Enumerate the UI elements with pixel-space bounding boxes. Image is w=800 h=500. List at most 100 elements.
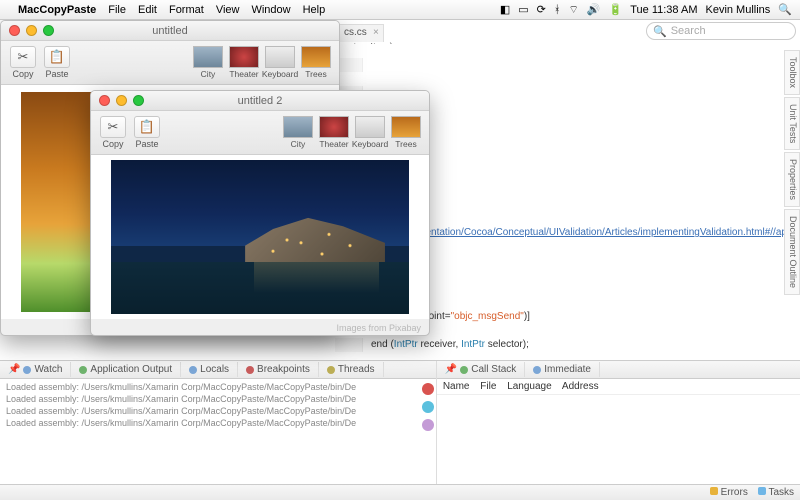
col-file[interactable]: File — [480, 381, 496, 392]
display-icon[interactable]: ▭ — [518, 3, 528, 16]
titlebar[interactable]: untitled — [1, 21, 339, 41]
bottom-panels: 📌Watch Application Output Locals Breakpo… — [0, 360, 800, 484]
scissors-icon: ✂ — [10, 46, 36, 68]
paste-button[interactable]: 📋Paste — [41, 44, 73, 82]
thumb-keyboard[interactable]: Keyboard — [353, 116, 387, 149]
tab-callstack[interactable]: 📌Call Stack — [437, 362, 525, 377]
volume-icon[interactable]: 🔊 — [587, 3, 601, 16]
tab-label: cs.cs — [344, 27, 367, 38]
theater-image — [319, 116, 349, 138]
bottom-right-tabs: 📌Call Stack Immediate — [437, 361, 800, 379]
toolbar: ✂Copy 📋Paste City Theater Keyboard Trees — [1, 41, 339, 85]
breakpoints-dot-icon — [246, 366, 254, 374]
thumb-city[interactable]: City — [281, 116, 315, 149]
info-indicator-icon[interactable] — [422, 401, 434, 413]
app-name[interactable]: MacCopyPaste — [18, 4, 96, 16]
tab-threads[interactable]: Threads — [319, 362, 384, 377]
keyboard-image — [265, 46, 295, 68]
vtab-toolbox[interactable]: Toolbox — [784, 50, 800, 95]
city-image — [283, 116, 313, 138]
menu-file[interactable]: File — [108, 4, 126, 16]
col-address[interactable]: Address — [562, 381, 599, 392]
window-title: untitled — [1, 25, 339, 37]
clipboard-icon: 📋 — [44, 46, 70, 68]
immediate-dot-icon — [533, 366, 541, 374]
window-title: untitled 2 — [91, 95, 429, 107]
col-name[interactable]: Name — [443, 381, 470, 392]
editor-tab[interactable]: cs.cs × — [335, 24, 384, 42]
thumb-theater[interactable]: Theater — [227, 46, 261, 79]
paste-button[interactable]: 📋Paste — [131, 114, 163, 152]
copy-button[interactable]: ✂Copy — [7, 44, 39, 82]
thumb-city[interactable]: City — [191, 46, 225, 79]
menu-view[interactable]: View — [216, 4, 240, 16]
right-tool-tabs: Toolbox Unit Tests Properties Document O… — [784, 50, 800, 297]
thumb-trees[interactable]: Trees — [299, 46, 333, 79]
credit-label: Images from Pixabay — [336, 323, 421, 333]
threads-dot-icon — [327, 366, 335, 374]
pin-icon: 📌 — [445, 364, 457, 375]
error-indicator-icon[interactable] — [422, 383, 434, 395]
thumb-keyboard[interactable]: Keyboard — [263, 46, 297, 79]
image-area — [91, 155, 429, 319]
wifi-icon[interactable]: ⌔ — [568, 3, 578, 17]
tab-locals[interactable]: Locals — [181, 362, 238, 377]
spotlight-icon[interactable]: 🔍 — [778, 3, 792, 16]
vtab-unit-tests[interactable]: Unit Tests — [784, 97, 800, 150]
vtab-document-outline[interactable]: Document Outline — [784, 209, 800, 295]
trees-image — [301, 46, 331, 68]
status-icon[interactable]: ◧ — [500, 3, 510, 16]
bluetooth-icon[interactable]: ᚼ — [554, 4, 561, 16]
errors-icon — [710, 487, 718, 495]
callstack-dot-icon — [460, 366, 468, 374]
copy-button[interactable]: ✂Copy — [97, 114, 129, 152]
menu-window[interactable]: Window — [251, 4, 290, 16]
search-placeholder: Search — [671, 25, 706, 37]
thumb-theater[interactable]: Theater — [317, 116, 351, 149]
search-icon: 🔍 — [653, 25, 667, 38]
status-bar: Errors Tasks — [0, 484, 800, 500]
theater-image — [229, 46, 259, 68]
callstack-body[interactable] — [437, 395, 800, 484]
tab-app-output[interactable]: Application Output — [71, 362, 181, 377]
output-line: Loaded assembly: /Users/kmullins/Xamarin… — [6, 393, 430, 405]
trees-image — [391, 116, 421, 138]
tasks-label[interactable]: Tasks — [768, 487, 794, 498]
col-language[interactable]: Language — [507, 381, 552, 392]
main-image-italy — [111, 160, 408, 314]
output-line: Loaded assembly: /Users/kmullins/Xamarin… — [6, 417, 430, 429]
keyboard-image — [355, 116, 385, 138]
output-line: Loaded assembly: /Users/kmullins/Xamarin… — [6, 405, 430, 417]
clipboard-icon: 📋 — [134, 116, 160, 138]
battery-icon[interactable]: 🔋 — [609, 3, 623, 16]
bottom-left-tabs: 📌Watch Application Output Locals Breakpo… — [0, 361, 436, 379]
errors-label[interactable]: Errors — [721, 487, 748, 498]
callstack-columns: Name File Language Address — [437, 379, 800, 395]
menu-help[interactable]: Help — [303, 4, 326, 16]
menu-edit[interactable]: Edit — [138, 4, 157, 16]
tab-immediate[interactable]: Immediate — [525, 362, 600, 377]
titlebar[interactable]: untitled 2 — [91, 91, 429, 111]
output-line: Loaded assembly: /Users/kmullins/Xamarin… — [6, 381, 430, 393]
tasks-icon — [758, 487, 766, 495]
misc-indicator-icon[interactable] — [422, 419, 434, 431]
vtab-properties[interactable]: Properties — [784, 152, 800, 207]
output-body[interactable]: Loaded assembly: /Users/kmullins/Xamarin… — [0, 379, 436, 484]
thumb-trees[interactable]: Trees — [389, 116, 423, 149]
scissors-icon: ✂ — [100, 116, 126, 138]
app-window-2: untitled 2 ✂Copy 📋Paste City Theater Key… — [90, 90, 430, 336]
city-image — [193, 46, 223, 68]
tab-watch[interactable]: 📌Watch — [0, 362, 71, 377]
pin-icon: 📌 — [8, 364, 20, 375]
output-dot-icon — [79, 366, 87, 374]
sync-icon[interactable]: ⟳ — [537, 3, 546, 16]
toolbar: ✂Copy 📋Paste City Theater Keyboard Trees — [91, 111, 429, 155]
clock[interactable]: Tue 11:38 AM — [630, 4, 697, 16]
menu-format[interactable]: Format — [169, 4, 204, 16]
locals-dot-icon — [189, 366, 197, 374]
user-name[interactable]: Kevin Mullins — [705, 4, 770, 16]
watch-dot-icon — [23, 366, 31, 374]
search-input[interactable]: 🔍 Search — [646, 22, 796, 40]
close-icon[interactable]: × — [373, 27, 379, 38]
tab-breakpoints[interactable]: Breakpoints — [238, 362, 319, 377]
